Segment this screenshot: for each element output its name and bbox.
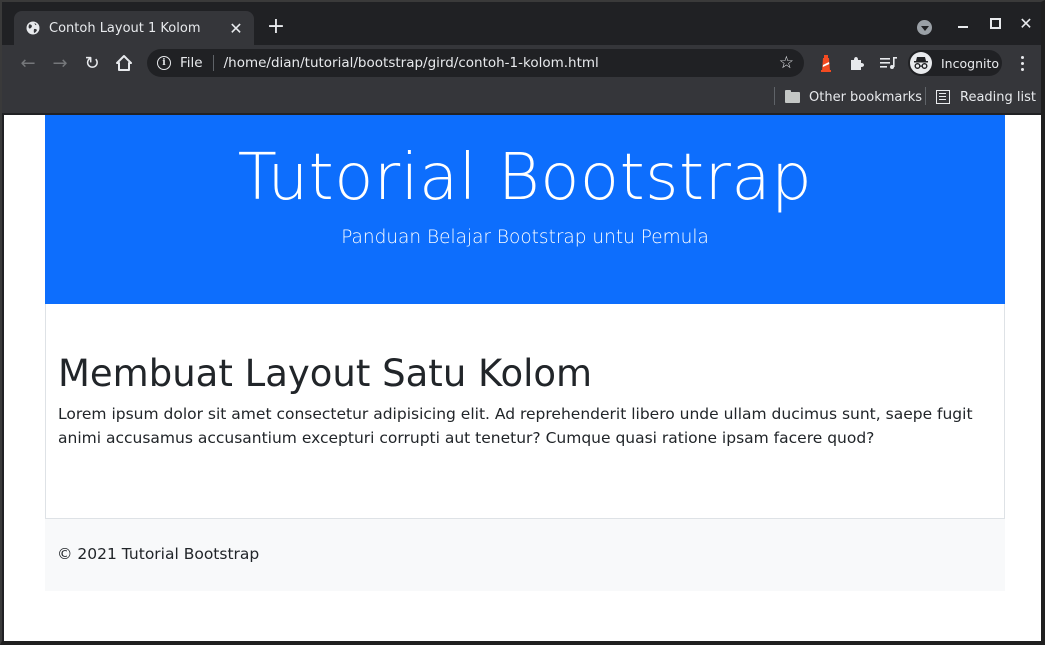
page-viewport: Tutorial Bootstrap Panduan Belajar Boots… (4, 115, 1041, 641)
media-control-button[interactable] (879, 53, 899, 73)
content-heading: Membuat Layout Satu Kolom (58, 352, 593, 395)
url-text[interactable]: /home/dian/tutorial/bootstrap/gird/conto… (224, 55, 779, 71)
globe-icon (26, 21, 40, 35)
browser-menu-button[interactable] (1012, 53, 1032, 73)
tab-title: Contoh Layout 1 Kolom (49, 20, 201, 36)
address-separator (212, 55, 214, 71)
bookmarks-separator (774, 87, 775, 105)
lighthouse-icon (821, 55, 831, 72)
bookmark-star-icon[interactable]: ☆ (779, 53, 794, 73)
lighthouse-extension-button[interactable] (816, 53, 836, 73)
back-button[interactable]: ← (15, 50, 41, 76)
info-icon[interactable]: i (157, 56, 171, 70)
address-bar[interactable]: i File /home/dian/tutorial/bootstrap/gir… (147, 49, 804, 77)
folder-icon (785, 89, 800, 103)
reading-list-label: Reading list (960, 89, 1036, 105)
browser-toolbar: ← → ↻ i File /home/dian/tutorial/bootstr… (2, 45, 1041, 81)
other-bookmarks-label: Other bookmarks (809, 89, 923, 105)
maximize-icon (989, 17, 1001, 29)
content-paragraph: Lorem ipsum dolor sit amet consectetur a… (58, 405, 973, 448)
forward-button[interactable]: → (47, 50, 73, 76)
minimize-icon (958, 26, 968, 28)
window-close-button[interactable]: ✕ (1011, 12, 1041, 34)
new-tab-button[interactable]: + (264, 16, 288, 40)
jumbotron: Tutorial Bootstrap Panduan Belajar Boots… (45, 115, 1005, 304)
minimize-button[interactable] (948, 12, 978, 34)
tab-strip: Contoh Layout 1 Kolom ✕ + ✕ (2, 2, 1041, 45)
menu-dot-icon (1020, 55, 1024, 59)
scheme-label: File (180, 55, 203, 71)
page-title: Tutorial Bootstrap (237, 141, 813, 215)
puzzle-icon (851, 57, 864, 70)
bookmarks-separator (925, 87, 926, 105)
home-button[interactable] (111, 50, 137, 76)
reading-list-button[interactable]: Reading list (936, 86, 1036, 108)
footer-copyright: © 2021 Tutorial Bootstrap (57, 545, 260, 563)
tab-active[interactable]: Contoh Layout 1 Kolom ✕ (14, 11, 254, 45)
bookmarks-bar: Other bookmarks Reading list (2, 81, 1041, 113)
menu-dot-icon (1020, 67, 1024, 71)
page-subtitle: Panduan Belajar Bootstrap untu Pemula (341, 227, 709, 249)
browser-window: Contoh Layout 1 Kolom ✕ + ✕ ← → ↻ i File… (0, 0, 1045, 645)
profile-label: Incognito (941, 55, 1000, 71)
reading-list-icon (936, 90, 950, 104)
page-container: Tutorial Bootstrap Panduan Belajar Boots… (45, 115, 1005, 591)
menu-dot-icon (1020, 61, 1024, 65)
media-control-icon (880, 57, 897, 69)
other-bookmarks-button[interactable]: Other bookmarks (785, 86, 922, 108)
maximize-button[interactable] (980, 12, 1010, 34)
extensions-button[interactable] (847, 53, 867, 73)
reload-button[interactable]: ↻ (79, 50, 105, 76)
tab-search-button[interactable] (917, 20, 932, 35)
home-icon (116, 55, 132, 71)
profile-button[interactable]: Incognito (908, 50, 1002, 76)
incognito-icon (910, 52, 932, 74)
tab-close-button[interactable]: ✕ (226, 18, 246, 38)
content-section: Membuat Layout Satu Kolom Lorem ipsum do… (45, 304, 1005, 519)
page-footer: © 2021 Tutorial Bootstrap (45, 519, 1005, 591)
